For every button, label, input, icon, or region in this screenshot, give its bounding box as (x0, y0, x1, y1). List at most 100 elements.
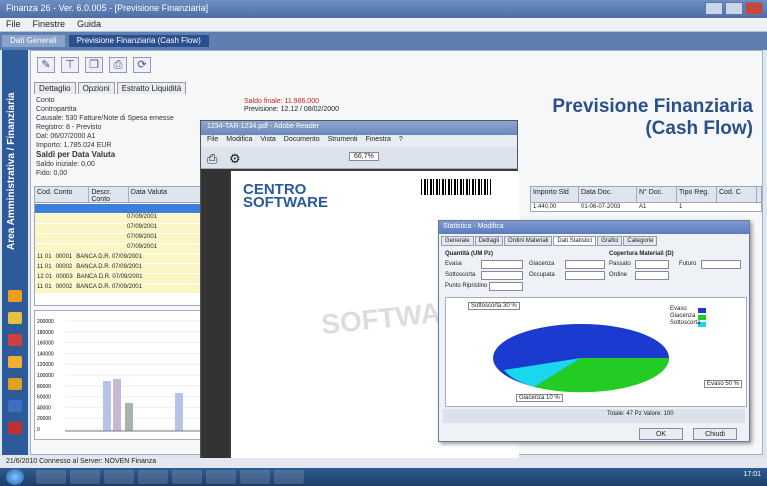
menu-bar: File Finestre Guida (0, 18, 767, 32)
taskbar-item[interactable] (206, 470, 236, 484)
refresh-icon[interactable]: ⟳ (133, 57, 151, 73)
grid-header: Cod. Conto Descr. Conto Data Valuta (35, 187, 203, 203)
table-row[interactable]: 07/09/2001 (35, 244, 203, 253)
legend-swatch (698, 308, 706, 313)
pdf-titlebar: 1234-TAR-1234.pdf - Adobe Reader (201, 121, 517, 135)
punto-ripristino-field[interactable] (489, 282, 523, 291)
table-row[interactable]: 11 01 00002 BANCA D.R. 07/09/2001 (35, 264, 203, 273)
evasa-field[interactable] (481, 260, 523, 269)
movements-grid[interactable]: Cod. Conto Descr. Conto Data Valuta 07/0… (34, 186, 204, 306)
zoom-field[interactable]: 66,7% (349, 152, 379, 161)
statistics-dialog[interactable]: Statistica - Modifica Generale Dettagli Or… (438, 220, 750, 442)
ordine-field[interactable] (635, 271, 669, 280)
detail-header: Importo Sld Data Doc. N° Doc. Tipo Reg. … (531, 187, 761, 203)
filter-icon[interactable]: ⊤ (61, 57, 79, 73)
table-row[interactable]: 11 01 00002 BANCA D.R. 07/09/2001 (35, 284, 203, 293)
window-controls (705, 2, 763, 15)
sidebar-label: Area Amministrativa / Finanziaria (6, 92, 17, 250)
tab-previsione[interactable]: Previsione Finanziaria (Cash Flow) (68, 35, 209, 47)
folder-icon[interactable] (8, 290, 22, 302)
menu-file[interactable]: File (6, 19, 21, 30)
toolbar: ✎ ⊤ ❐ ⎙ ⟳ (34, 54, 194, 76)
table-row[interactable]: 07/09/2001 (35, 234, 203, 243)
taskbar-item[interactable] (70, 470, 100, 484)
gear-icon[interactable]: ⚙ (229, 151, 241, 167)
star-icon[interactable] (8, 356, 22, 368)
page-title: Previsione Finanziaria (Cash Flow) (552, 96, 753, 139)
chart-icon[interactable] (8, 378, 22, 390)
bar (103, 381, 111, 431)
edit-icon[interactable]: ✎ (37, 57, 55, 73)
futuro-field[interactable] (701, 260, 741, 269)
axis-tick-label: 20000 (37, 416, 51, 422)
status-bar: 21/6/2010 Connesso al Server: NOVEN Fina… (0, 458, 767, 468)
taskbar: 17:01 (0, 468, 767, 486)
document-icon[interactable] (8, 400, 22, 412)
sottoscorta-field[interactable] (481, 271, 523, 280)
occupata-field[interactable] (565, 271, 605, 280)
taskbar-item[interactable] (138, 470, 168, 484)
cashflow-chart: 200000 180000 160000 140000 120000 100000 8000… (34, 310, 204, 440)
close-dialog-button[interactable]: Chiudi (693, 428, 737, 440)
pdf-menu: File Modifica Vista Documento Strumenti Fines… (201, 135, 517, 147)
pie-chart: Sottoscorta 30 % Evaso 50 % Giacenza 10 … (445, 297, 747, 407)
tab-dettaglio[interactable]: Dettaglio (34, 82, 76, 94)
filter-info: Conto Contropartita Causale: 530 Fatture… (36, 97, 174, 177)
sidebar: Area Amministrativa / Finanziaria (2, 50, 28, 455)
document-tabs: Dati Generali Previsione Finanziaria (Ca… (0, 32, 767, 50)
axis-tick-label: 160000 (37, 341, 54, 347)
tab-estratto[interactable]: Estratto Liquidità (116, 82, 187, 94)
passato-field[interactable] (635, 260, 669, 269)
taskbar-item[interactable] (274, 470, 304, 484)
bar-chart: 2000001800001600001400001200001000008000… (37, 319, 203, 433)
table-row[interactable] (35, 204, 203, 213)
barcode (421, 179, 491, 195)
print-icon[interactable]: ⎙ (109, 57, 127, 73)
axis-tick-label: 40000 (37, 405, 51, 411)
start-button[interactable] (6, 469, 24, 485)
axis-tick-label: 80000 (37, 384, 51, 390)
menu-finestre[interactable]: Finestre (33, 19, 66, 30)
axis-tick-label: 60000 (37, 395, 51, 401)
axis-tick-label: 0 (37, 427, 40, 433)
close-button[interactable] (745, 2, 763, 15)
table-row[interactable]: 11 01 00001 BANCA D.R. 07/09/2001 (35, 254, 203, 263)
maximize-button[interactable] (725, 2, 743, 15)
dialog-tabs: Generale Dettagli Ordini Materiali Dati Sta… (441, 236, 658, 246)
dialog-title: Statistica - Modifica (439, 221, 749, 234)
axis-tick-label: 180000 (37, 330, 54, 336)
print-icon[interactable]: ⎙ (207, 151, 217, 167)
taskbar-item[interactable] (36, 470, 66, 484)
axis-tick-label: 200000 (37, 319, 54, 325)
menu-guida[interactable]: Guida (77, 19, 101, 30)
copy-icon[interactable]: ❐ (85, 57, 103, 73)
detail-grid[interactable]: Importo Sld Data Doc. N° Doc. Tipo Reg. … (530, 186, 762, 212)
saldo-finale: Saldo finale: 11.986.000 (244, 98, 319, 105)
stop-icon[interactable] (8, 422, 22, 434)
table-row[interactable]: 07/09/2001 (35, 214, 203, 223)
window-titlebar: Finanza 26 - Ver. 6.0.005 - [Previsione … (0, 0, 767, 18)
axis-tick-label: 140000 (37, 351, 54, 357)
company-logo: CENTRO SOFTWARE (243, 181, 328, 211)
taskbar-item[interactable] (240, 470, 270, 484)
previsione-note: Previsione: 12.12 / 08/02/2000 (244, 106, 339, 113)
table-row[interactable]: 07/09/2001 (35, 224, 203, 233)
ok-button[interactable]: OK (639, 428, 683, 440)
table-row[interactable]: 1.440,00 01-06-07-2003 A1 1 (531, 204, 761, 213)
bar (175, 393, 183, 431)
giacenza-field[interactable] (565, 260, 605, 269)
dialog-bottom-bar: Totale: 47 Pz Valore: 100 (443, 409, 745, 423)
bar (113, 379, 121, 431)
taskbar-item[interactable] (172, 470, 202, 484)
minimize-button[interactable] (705, 2, 723, 15)
table-row[interactable]: 12 01 00003 BANCA D.R. 07/09/2001 (35, 274, 203, 283)
tab-opzioni[interactable]: Opzioni (77, 82, 115, 94)
alert-icon[interactable] (8, 334, 22, 346)
tab-dati-generali[interactable]: Dati Generali (2, 35, 65, 47)
bar (125, 403, 133, 431)
taskbar-item[interactable] (104, 470, 134, 484)
pdf-side-panel (201, 169, 229, 481)
axis-tick-label: 120000 (37, 362, 54, 368)
pdf-toolbar: ⎙ ⚙ 66,7% (201, 147, 517, 169)
star-icon[interactable] (8, 312, 22, 324)
